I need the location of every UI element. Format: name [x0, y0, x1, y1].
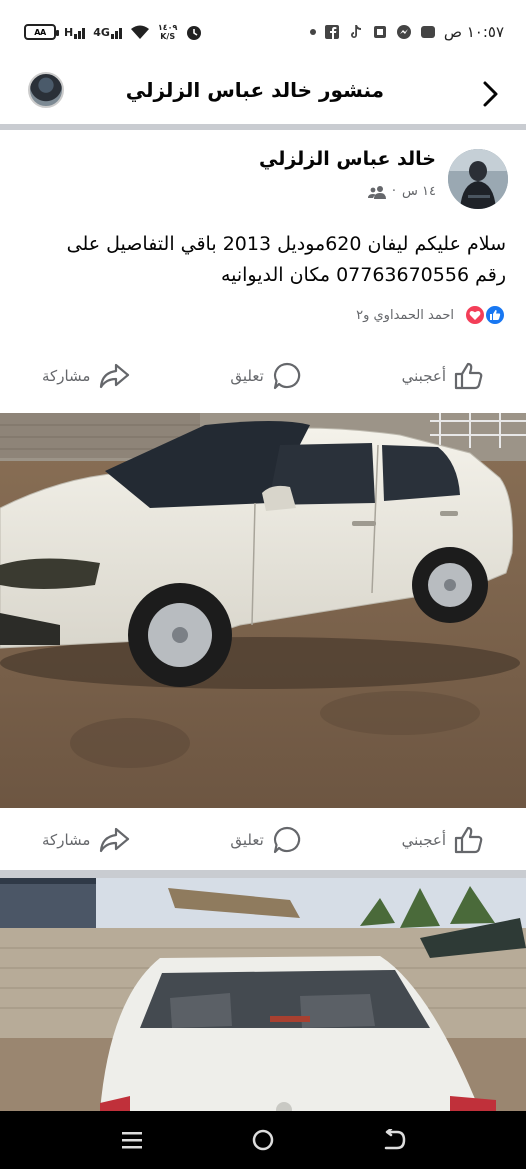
alarm-icon — [187, 26, 202, 40]
network-label: 4G — [93, 25, 110, 39]
friends-icon — [367, 185, 386, 199]
comment-icon — [273, 826, 300, 854]
post-photo[interactable] — [0, 878, 526, 1111]
facebook-icon — [324, 25, 339, 39]
avatar — [28, 72, 64, 108]
comment-button[interactable]: تعليق — [230, 362, 301, 390]
photo-actions: أعجبني تعليق مشاركة — [0, 812, 526, 868]
speed-value: ١٤٠٩ — [157, 23, 178, 32]
clock: ١٠:٥٧ ص — [443, 23, 504, 41]
menu-icon — [122, 1132, 142, 1149]
gallery-icon — [420, 26, 435, 38]
page-title: منشور خالد عباس الزلزلي — [125, 78, 384, 102]
speed-unit: K/S — [160, 32, 176, 41]
share-button[interactable]: مشاركة — [42, 826, 130, 854]
meta-separator: · — [391, 184, 397, 199]
like-button[interactable]: أعجبني — [402, 362, 484, 390]
home-icon — [252, 1129, 274, 1151]
comment-button[interactable]: تعليق — [230, 826, 301, 854]
tiktok-icon — [350, 25, 361, 38]
reactions-summary[interactable]: احمد الحمداوي و٢ — [356, 304, 506, 326]
post-text: سلام عليكم ليفان 620موديل 2013 باقي التف… — [18, 229, 506, 291]
header-divider — [0, 124, 526, 130]
back-icon — [384, 1129, 406, 1150]
status-left: AA H 4G ١٤٠٩ K/S — [24, 20, 203, 44]
author-name[interactable]: خالد عباس الزلزلي — [259, 148, 436, 170]
like-button[interactable]: أعجبني — [402, 826, 484, 854]
like-label: أعجبني — [401, 831, 446, 849]
thumbs-up-icon — [454, 826, 483, 854]
battery-icon: AA — [24, 24, 59, 40]
share-icon — [100, 363, 130, 389]
share-button[interactable]: مشاركة — [42, 362, 130, 390]
comment-label: تعليق — [230, 831, 264, 849]
recent-apps-button[interactable] — [117, 1125, 147, 1155]
car-photo-rear — [0, 878, 526, 1111]
share-label: مشاركة — [42, 367, 91, 385]
share-icon — [100, 827, 130, 853]
like-icon — [484, 304, 506, 326]
post-time[interactable]: ١٤ س — [402, 184, 436, 199]
author-avatar[interactable] — [448, 149, 508, 209]
post-header-bar: منشور خالد عباس الزلزلي — [0, 64, 526, 124]
post-actions: أعجبني تعليق مشاركة — [0, 348, 526, 404]
photo-separator — [0, 870, 526, 878]
back-button[interactable] — [474, 78, 506, 110]
comment-icon — [273, 362, 300, 390]
back-system-button[interactable] — [380, 1125, 410, 1155]
status-right: ١٠:٥٧ ص — [309, 20, 504, 44]
system-nav-bar — [0, 1111, 526, 1169]
comment-label: تعليق — [230, 367, 264, 385]
notification-dot-icon — [309, 29, 316, 35]
like-label: أعجبني — [401, 367, 446, 385]
share-label: مشاركة — [42, 831, 91, 849]
post-photo[interactable] — [0, 413, 526, 808]
post-text-line: سلام عليكم ليفان 620موديل 2013 باقي التف… — [66, 233, 506, 255]
car-photo-side — [0, 413, 526, 808]
signal-icon: H — [64, 26, 86, 39]
home-button[interactable] — [248, 1125, 278, 1155]
post-text-line: رقم 07763670556 مكان الديوانيه — [220, 264, 506, 286]
signal-4g-icon: 4G — [93, 26, 122, 39]
messenger-icon — [396, 25, 411, 39]
sim-icon — [373, 26, 386, 38]
wifi-icon — [130, 25, 149, 39]
header-avatar[interactable] — [28, 72, 64, 108]
author-photo — [448, 149, 508, 209]
status-bar: AA H 4G ١٤٠٩ K/S ١٠:٥٧ ص — [0, 0, 526, 64]
post-meta: ١٤ س · — [367, 184, 436, 199]
thumbs-up-icon — [454, 362, 483, 390]
battery-label: AA — [34, 27, 46, 37]
network-speed: ١٤٠٩ K/S — [158, 23, 178, 41]
love-icon — [464, 304, 486, 326]
reactions-text: احمد الحمداوي و٢ — [356, 307, 454, 323]
chevron-right-icon — [483, 81, 498, 107]
